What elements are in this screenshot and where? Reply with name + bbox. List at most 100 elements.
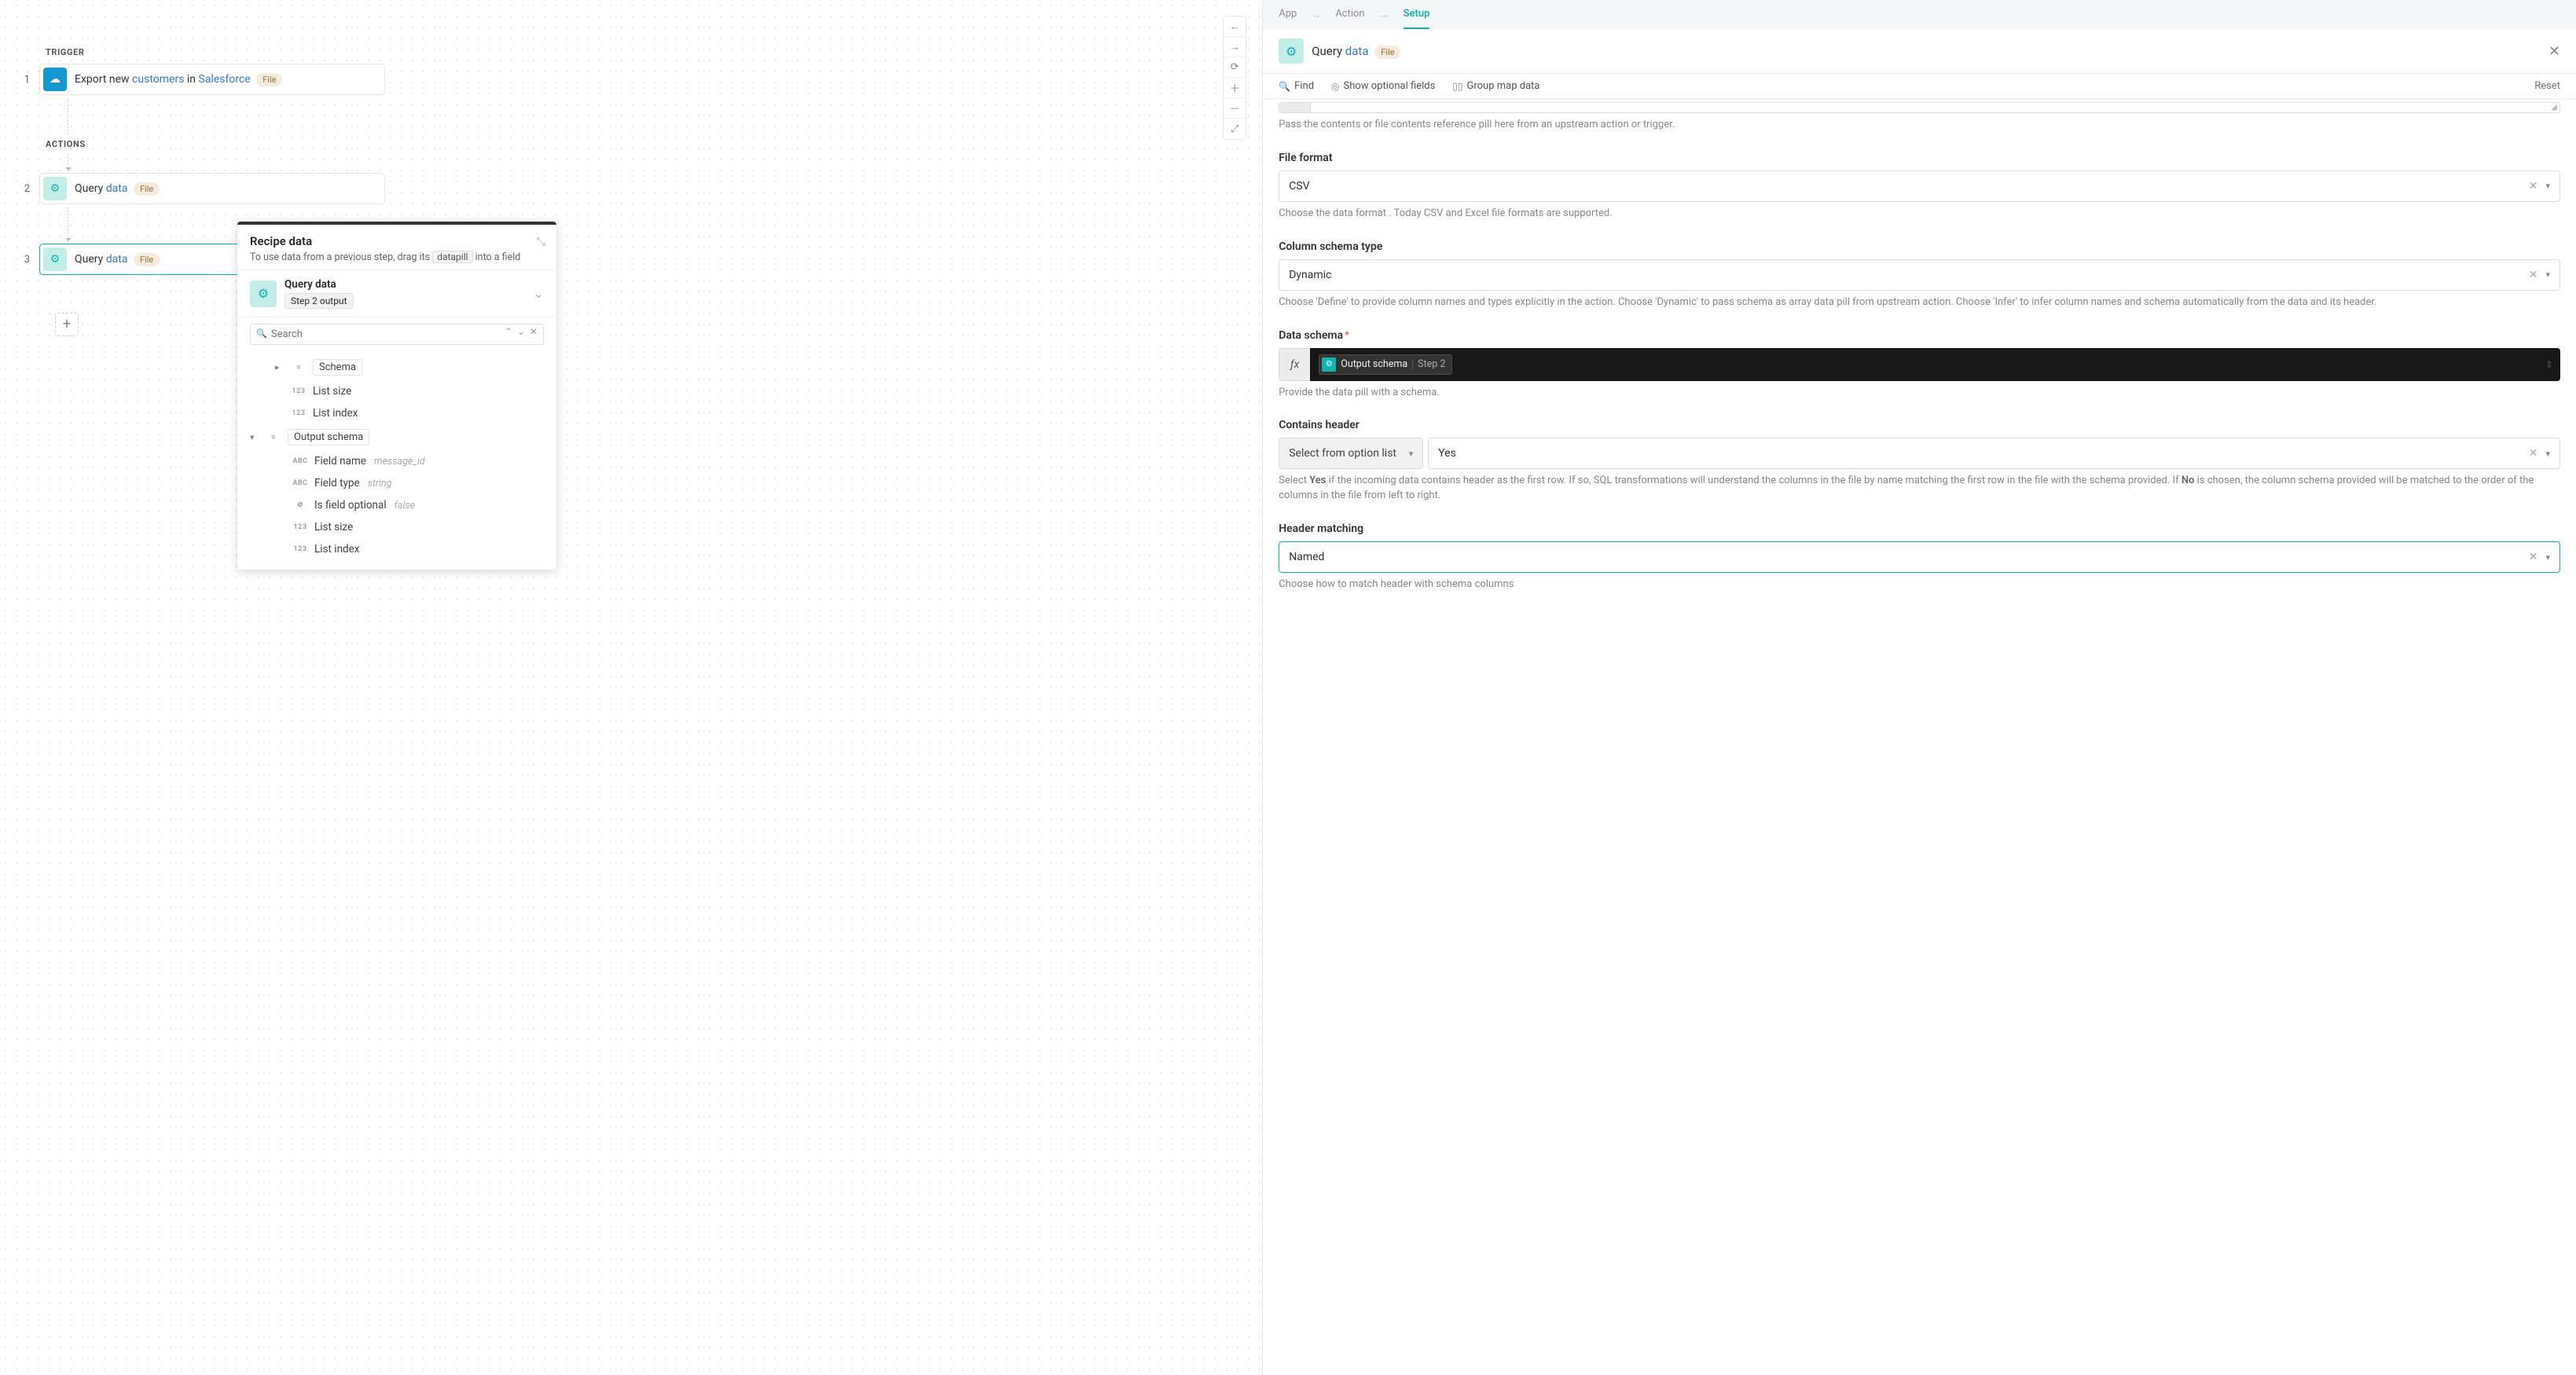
source-subtitle: Step 2 output [284, 293, 354, 309]
breadcrumb: App → Action → Setup [1263, 0, 2576, 29]
zoom-out-icon[interactable]: － [1224, 98, 1246, 119]
tree-item-list-index[interactable]: 123List index [250, 402, 544, 424]
node-text: Export new customers in Salesforce File [75, 73, 282, 86]
step-number: 3 [16, 254, 30, 266]
file-format-select[interactable]: CSV ✕ ▾ [1279, 170, 2560, 202]
header-matching-select[interactable]: Named ✕ ▾ [1279, 541, 2560, 573]
reset-button[interactable]: Reset [2534, 80, 2560, 92]
drag-handle-icon[interactable]: ⇕ [2545, 359, 2553, 370]
column-schema-select[interactable]: Dynamic ✕ ▾ [1279, 259, 2560, 291]
contents-input[interactable]: ◢ [1279, 102, 2560, 113]
tree-item-schema[interactable]: ▸≡Schema [250, 354, 544, 380]
chevron-down-icon[interactable]: ▾ [2545, 181, 2550, 191]
popover-title: Recipe data [250, 234, 544, 248]
search-icon: 🔍 [256, 328, 267, 339]
step-number: 2 [16, 183, 30, 195]
contains-header-combo: Select from option list▾ Yes ✕ ▾ [1279, 438, 2560, 469]
refresh-icon[interactable]: ⟳ [1224, 57, 1246, 78]
contains-header-label: Contains header [1279, 419, 2560, 431]
header-matching-help: Choose how to match header with schema c… [1279, 578, 2560, 592]
zoom-in-icon[interactable]: ＋ [1224, 78, 1246, 98]
show-optional-button[interactable]: ◎Show optional fields [1331, 80, 1435, 92]
group-map-button[interactable]: ▯▯Group map data [1452, 80, 1539, 92]
panel-action-bar: 🔍Find ◎Show optional fields ▯▯Group map … [1263, 74, 2576, 99]
panel-title: Query data File [1312, 44, 1400, 58]
trigger-label: TRIGGER [46, 47, 1262, 57]
formula-icon[interactable]: ƒx [1279, 348, 1310, 381]
contains-header-mode[interactable]: Select from option list▾ [1279, 438, 1423, 469]
arrow-right-icon[interactable]: → [1224, 37, 1246, 57]
clear-search-icon[interactable]: ✕ [530, 326, 538, 337]
tree-item-field-name[interactable]: ABCField namemessage_id [250, 450, 544, 472]
tree-item-field-optional[interactable]: ⊘Is field optionalfalse [250, 494, 544, 516]
data-schema-help: Provide the data pill with a schema. [1279, 386, 2560, 401]
search-icon: 🔍 [1279, 81, 1290, 92]
popover-source[interactable]: ⚙ Query data Step 2 output ⌄ [237, 270, 556, 317]
close-icon[interactable]: ✕ [2548, 43, 2560, 60]
setup-form: ◢ Pass the contents or file contents ref… [1263, 99, 2576, 1375]
chevron-down-icon[interactable]: ⌄ [534, 286, 544, 301]
data-schema-input[interactable]: ƒx ⚙ Output schema Step 2 ⇕ [1279, 348, 2560, 381]
arrow-right-icon: → [1379, 9, 1389, 29]
contents-help: Pass the contents or file contents refer… [1279, 118, 2560, 133]
breadcrumb-setup[interactable]: Setup [1404, 8, 1430, 29]
clear-icon[interactable]: ✕ [2529, 180, 2538, 192]
tree-item-list-index-2[interactable]: 123List index [250, 538, 544, 560]
list-icon: ≡ [289, 363, 308, 372]
breadcrumb-action[interactable]: Action [1335, 8, 1364, 29]
popover-hint: To use data from a previous step, drag i… [250, 251, 544, 263]
clear-icon[interactable]: ✕ [2529, 447, 2538, 460]
file-pill: File [1374, 46, 1400, 59]
file-pill: File [134, 253, 160, 266]
datapill-search-input[interactable] [250, 324, 544, 345]
chevron-down-icon[interactable]: ▾ [2545, 552, 2550, 563]
tree-item-list-size[interactable]: 123List size [250, 380, 544, 402]
action-node-2[interactable]: ⚙ Query data File [39, 173, 385, 204]
file-format-label: File format [1279, 152, 2560, 164]
eye-icon: ◎ [1331, 81, 1339, 92]
salesforce-icon: ☁ [43, 68, 67, 91]
next-result-icon[interactable]: ⌄ [517, 326, 525, 337]
workflow-canvas[interactable]: ← → ⟳ ＋ － ⤢ TRIGGER 1 ☁ Export new custo… [0, 0, 1262, 1375]
chevron-down-icon[interactable]: ▾ [2545, 270, 2550, 280]
setup-panel: App → Action → Setup ⚙ Query data File ✕… [1262, 0, 2576, 1375]
action-node-row: 2 ⚙ Query data File [16, 173, 1262, 204]
tree-item-output-schema[interactable]: ▾≡Output schema [250, 424, 544, 450]
expand-icon[interactable]: ▸ [275, 362, 284, 372]
collapse-icon[interactable]: ▾ [250, 432, 259, 442]
list-icon: ≡ [264, 433, 283, 442]
breadcrumb-app[interactable]: App [1279, 8, 1297, 29]
chevron-down-icon[interactable]: ▾ [2545, 449, 2550, 459]
query-icon: ⚙ [250, 280, 277, 307]
arrow-left-icon[interactable]: ← [1224, 16, 1246, 37]
source-title: Query data [284, 278, 354, 291]
drag-handle-icon[interactable]: ⤡ [537, 236, 545, 248]
add-step-button[interactable]: + [55, 313, 79, 336]
query-icon: ⚙ [43, 177, 67, 200]
popover-header: ⤡ Recipe data To use data from a previou… [237, 225, 556, 270]
data-schema-label: Data schema* [1279, 329, 2560, 342]
prev-result-icon[interactable]: ⌃ [505, 326, 512, 337]
arrow-right-icon: → [1311, 9, 1321, 29]
clear-icon[interactable]: ✕ [2529, 269, 2538, 281]
resize-handle-icon[interactable]: ◢ [2551, 103, 2557, 112]
datapill-tree: ▸≡Schema 123List size 123List index ▾≡Ou… [237, 351, 556, 570]
column-schema-help: Choose 'Define' to provide column names … [1279, 295, 2560, 310]
actions-label: ACTIONS [46, 139, 1262, 149]
find-button[interactable]: 🔍Find [1279, 80, 1314, 92]
header-matching-label: Header matching [1279, 522, 2560, 535]
chevron-down-icon[interactable]: ▾ [1409, 449, 1414, 459]
file-format-help: Choose the data format . Today CSV and E… [1279, 207, 2560, 222]
trigger-node[interactable]: ☁ Export new customers in Salesforce Fil… [39, 64, 385, 95]
query-icon: ⚙ [1322, 358, 1336, 372]
tree-item-field-type[interactable]: ABCField typestring [250, 472, 544, 494]
recipe-data-popover: ⤡ Recipe data To use data from a previou… [237, 222, 556, 570]
contains-header-select[interactable]: Yes ✕ ▾ [1428, 438, 2560, 469]
node-text: Query data File [75, 182, 160, 195]
query-icon: ⚙ [43, 248, 67, 271]
trigger-node-row: 1 ☁ Export new customers in Salesforce F… [16, 64, 1262, 95]
output-schema-pill[interactable]: ⚙ Output schema Step 2 [1319, 354, 1452, 375]
tree-item-list-size-2[interactable]: 123List size [250, 516, 544, 538]
clear-icon[interactable]: ✕ [2529, 551, 2538, 563]
center-icon[interactable]: ⤢ [1224, 119, 1246, 139]
